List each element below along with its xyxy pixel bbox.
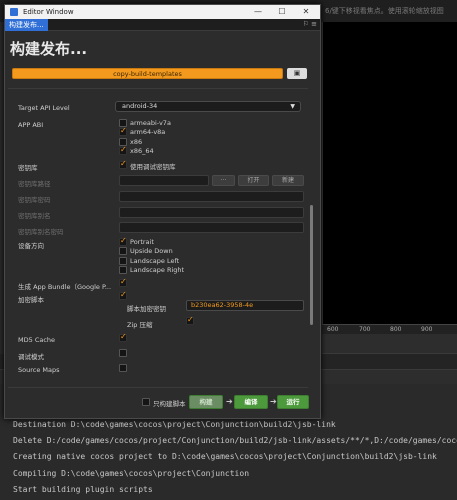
abi-arm64-v8a-checkbox[interactable] [119,126,127,136]
page-title: 构建发布... [10,40,88,58]
console-line: Destination D:\code\games\cocos\project\… [13,420,336,429]
console-line: Delete D:/code/games/cocos/project/Conju… [13,436,457,445]
orientation-landscape-left-checkbox[interactable] [119,257,127,265]
keystore-alias-password-label: 密钥库别名密码 [18,228,64,236]
chevron-down-icon: ▼ [290,103,295,110]
scene-viewport[interactable] [322,22,457,324]
keystore-label: 密钥库 [18,164,38,172]
console-line: Start building plugin scripts [13,485,153,494]
target-api-value: android-34 [122,102,158,110]
maximize-button[interactable]: ☐ [270,6,294,18]
minimize-button[interactable]: — [246,6,270,18]
abi-label: arm64-v8a [130,128,166,136]
orientation-upside-down-checkbox[interactable] [119,247,127,255]
keystore-alias-input[interactable] [119,207,304,218]
compile-button[interactable]: 编译 [234,395,268,409]
window-titlebar[interactable]: Editor Window — ☐ ✕ [5,5,320,19]
settings-scrollbar-thumb[interactable] [310,205,313,325]
debug-mode-checkbox[interactable] [119,349,127,357]
only-build-script-checkbox[interactable] [142,398,150,406]
console-line: Creating native cocos project to D:\code… [13,452,437,461]
arrow-right-icon: ➔ [270,397,277,406]
debug-mode-label: 调试模式 [18,353,44,361]
run-button[interactable]: 运行 [277,395,309,409]
md5-cache-label: MD5 Cache [18,336,56,344]
window-title: Editor Window [23,8,74,16]
only-build-script-label: 只构建脚本 [153,400,186,408]
orientation-portrait-checkbox[interactable] [119,236,127,246]
abi-x86-64-checkbox[interactable] [119,145,127,155]
target-api-select[interactable]: android-34 ▼ [115,101,301,112]
template-folder-icon[interactable]: ▣ [287,68,307,79]
orientation-option-label: Landscape Left [130,257,180,265]
orientation-option-label: Upside Down [130,247,173,255]
encrypt-checkbox[interactable] [119,290,127,300]
abi-label: armeabi-v7a [130,119,171,127]
encrypt-key-input[interactable]: b230ea62-3958-4e [186,300,304,311]
source-maps-checkbox[interactable] [119,364,127,372]
md5-cache-checkbox[interactable] [119,332,127,342]
abi-label: x86 [130,138,143,146]
zip-checkbox[interactable] [186,315,194,325]
console-line: Compiling D:\code\games\cocos\project\Co… [13,469,250,478]
zip-label: Zip 压缩 [127,321,153,329]
ruler-tick: 900 [421,326,433,333]
keystore-alias-password-input[interactable] [119,222,304,233]
keystore-password-label: 密钥库密码 [18,196,51,204]
keystore-password-input[interactable] [119,191,304,202]
ruler-tick: 800 [390,326,402,333]
keystore-browse-button[interactable]: ··· [212,175,235,186]
encrypt-key-label: 脚本加密密钥 [127,305,166,313]
debug-keystore-label: 使用调试密钥库 [130,163,176,171]
keystore-path-input[interactable] [119,175,209,186]
keystore-new-button[interactable]: 新建 [272,175,304,186]
orientation-option-label: Landscape Right [130,266,185,274]
timeline-ruler: 600 700 800 900 [322,324,457,334]
keystore-path-label: 密钥库路径 [18,180,51,188]
tab-build[interactable]: 构建发布... [5,19,48,31]
ruler-tick: 700 [359,326,371,333]
build-button[interactable]: 构建 [189,395,223,409]
copy-build-templates-button[interactable]: copy-build-templates [12,68,283,79]
orientation-landscape-right-checkbox[interactable] [119,266,127,274]
orientation-label: 设备方向 [18,242,44,250]
debug-keystore-checkbox[interactable] [119,159,127,169]
tab-menu-icon[interactable]: ⚐ ≡ [303,20,317,28]
keystore-open-button[interactable]: 打开 [238,175,269,186]
abi-label: x86_64 [130,147,154,155]
orientation-option-label: Portrait [130,238,154,246]
arrow-right-icon: ➔ [226,397,233,406]
app-bundle-checkbox[interactable] [119,277,127,287]
scene-hint-text: 6/键下移视看焦点。使用滚轮缩放视图 [325,7,444,15]
close-button[interactable]: ✕ [294,6,318,18]
encrypt-label: 加密脚本 [18,296,44,304]
target-api-label: Target API Level [18,104,70,112]
divider [8,387,308,388]
tab-bar: 构建发布... ⚐ ≡ [5,19,320,31]
app-abi-label: APP ABI [18,121,44,129]
divider [8,88,308,89]
ruler-tick: 600 [327,326,339,333]
app-bundle-label: 生成 App Bundle（Google P... [18,283,112,291]
app-icon [10,8,18,16]
keystore-alias-label: 密钥库别名 [18,212,51,220]
source-maps-label: Source Maps [18,366,60,374]
timeline-area [322,334,457,354]
